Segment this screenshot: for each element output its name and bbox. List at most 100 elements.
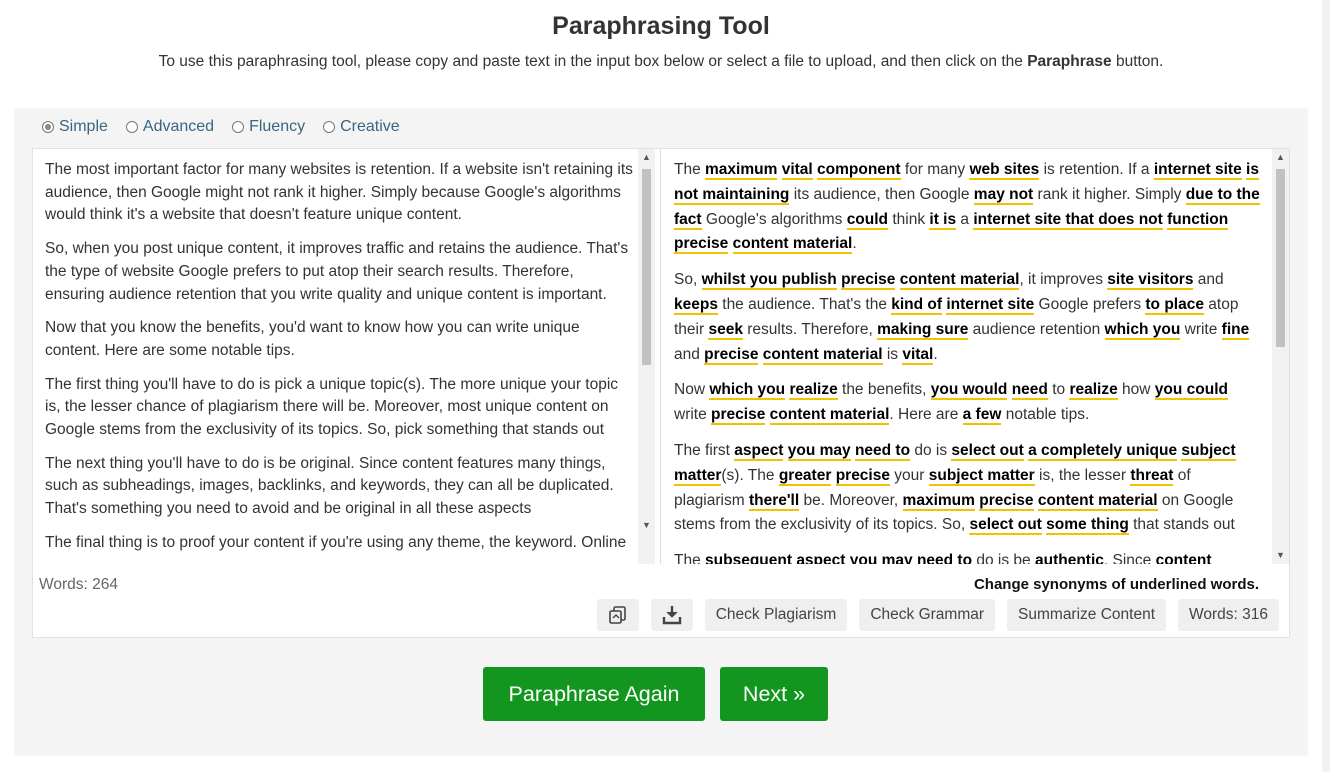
synonym-word[interactable]: making sure bbox=[877, 320, 969, 340]
synonym-word[interactable]: precise bbox=[835, 466, 890, 486]
synonym-word[interactable]: a completely unique bbox=[1028, 441, 1178, 461]
synonym-word[interactable]: maximum bbox=[902, 491, 975, 511]
mode-advanced[interactable]: Advanced bbox=[125, 118, 214, 136]
scroll-up-arrow-icon[interactable]: ▲ bbox=[638, 149, 655, 166]
synonym-word[interactable]: you would bbox=[930, 381, 1008, 401]
synonym-word[interactable]: there'll bbox=[748, 491, 800, 511]
mode-simple[interactable]: Simple bbox=[42, 118, 108, 136]
synonym-word[interactable]: content material bbox=[899, 271, 1020, 291]
output-text-segment: think bbox=[888, 210, 930, 228]
check-grammar-button[interactable]: Check Grammar bbox=[859, 599, 996, 631]
synonym-word[interactable]: function bbox=[1167, 210, 1229, 230]
output-text-segment: and bbox=[1193, 271, 1224, 289]
summarize-content-button[interactable]: Summarize Content bbox=[1007, 599, 1167, 631]
input-textarea[interactable]: The most important factor for many websi… bbox=[33, 149, 661, 564]
synonym-word[interactable]: precise bbox=[711, 406, 766, 426]
mode-fluency[interactable]: Fluency bbox=[232, 118, 305, 136]
mode-creative[interactable]: Creative bbox=[323, 118, 400, 136]
synonym-word[interactable]: internet site that does not bbox=[973, 210, 1163, 230]
output-scrollbar[interactable]: ▲ ▼ bbox=[1272, 149, 1289, 564]
synonym-word[interactable]: keeps bbox=[674, 295, 718, 315]
synonym-word[interactable]: which you bbox=[1104, 320, 1181, 340]
input-scroll-thumb[interactable] bbox=[642, 169, 651, 365]
output-text-segment: is retention. If a bbox=[1039, 161, 1154, 178]
download-button[interactable] bbox=[650, 599, 693, 631]
scroll-down-arrow-icon[interactable]: ▼ bbox=[1272, 547, 1289, 564]
synonym-word[interactable]: may not bbox=[973, 185, 1034, 205]
mode-simple-radio[interactable] bbox=[42, 121, 54, 133]
synonym-word[interactable]: realize bbox=[1069, 381, 1118, 401]
synonym-word[interactable]: need to bbox=[916, 552, 973, 564]
output-toolbar: Check Plagiarism Check Grammar Summarize… bbox=[596, 599, 1279, 631]
synonym-word[interactable]: precise bbox=[979, 491, 1034, 511]
synonym-word[interactable]: internet site bbox=[946, 295, 1035, 315]
paraphrase-panel: Simple Advanced Fluency Creative The mos… bbox=[14, 108, 1308, 756]
synonym-word[interactable]: precise bbox=[704, 345, 759, 365]
synonym-word[interactable]: greater bbox=[778, 466, 832, 486]
output-text-segment: how bbox=[1117, 381, 1155, 399]
synonym-word[interactable]: content material bbox=[769, 406, 890, 426]
synonym-word[interactable]: content material bbox=[732, 235, 853, 255]
synonym-word[interactable]: whilst you publish bbox=[701, 271, 837, 291]
synonym-word[interactable]: seek bbox=[708, 320, 743, 340]
mode-advanced-radio[interactable] bbox=[125, 121, 138, 133]
synonym-word[interactable]: internet site bbox=[1153, 161, 1242, 180]
output-text-segment: and bbox=[674, 345, 705, 363]
check-plagiarism-button[interactable]: Check Plagiarism bbox=[704, 599, 848, 631]
output-text-segment: audience retention bbox=[968, 320, 1105, 338]
synonym-word[interactable]: precise bbox=[841, 271, 896, 291]
synonym-word[interactable]: precise bbox=[674, 235, 729, 255]
synonym-word[interactable]: a few bbox=[962, 406, 1002, 426]
input-scrollbar[interactable]: ▲ ▼ bbox=[638, 149, 655, 564]
input-paragraph: So, when you post unique content, it imp… bbox=[45, 240, 629, 303]
synonym-word[interactable]: some thing bbox=[1046, 516, 1129, 536]
synonym-word[interactable]: which you bbox=[709, 381, 786, 401]
change-synonyms-hint: Change synonyms of underlined words. bbox=[973, 576, 1259, 593]
output-paragraph: The maximum vital component for many web… bbox=[674, 158, 1260, 257]
synonym-word[interactable]: vital bbox=[781, 161, 813, 180]
instructions-post: button. bbox=[1111, 53, 1164, 70]
next-button[interactable]: Next » bbox=[720, 667, 828, 721]
scroll-down-arrow-icon[interactable]: ▼ bbox=[638, 517, 655, 534]
mode-creative-radio[interactable] bbox=[323, 121, 336, 133]
synonym-word[interactable]: maximum bbox=[705, 161, 778, 180]
synonym-word[interactable]: threat bbox=[1130, 466, 1174, 486]
synonym-word[interactable]: fine bbox=[1221, 320, 1250, 340]
synonym-word[interactable]: you may bbox=[849, 552, 913, 564]
synonym-word[interactable]: vital bbox=[902, 345, 934, 365]
synonym-word[interactable]: it is bbox=[929, 210, 957, 230]
synonym-word[interactable]: you may bbox=[787, 441, 851, 461]
synonym-word[interactable]: component bbox=[817, 161, 901, 180]
synonym-word[interactable]: need bbox=[1011, 381, 1048, 401]
output-text-segment bbox=[728, 235, 732, 252]
synonym-word[interactable]: you could bbox=[1154, 381, 1228, 401]
synonym-word[interactable]: web sites bbox=[969, 161, 1040, 180]
output-text-segment: Google's algorithms bbox=[701, 210, 847, 228]
synonym-word[interactable]: authentic bbox=[1034, 552, 1104, 564]
synonym-word[interactable]: need to bbox=[854, 441, 911, 461]
mode-fluency-radio[interactable] bbox=[232, 121, 245, 133]
synonym-word[interactable]: realize bbox=[789, 381, 838, 401]
scroll-up-arrow-icon[interactable]: ▲ bbox=[1272, 149, 1289, 166]
input-text[interactable]: The most important factor for many websi… bbox=[45, 159, 635, 564]
synonym-word[interactable]: content material bbox=[762, 345, 883, 365]
synonym-word[interactable]: aspect bbox=[734, 441, 784, 461]
synonym-word[interactable]: to place bbox=[1145, 295, 1204, 315]
output-text-segment: rank it higher. Simply bbox=[1033, 185, 1186, 203]
synonym-word[interactable]: kind of bbox=[891, 295, 943, 315]
synonym-word[interactable]: subsequent bbox=[705, 552, 792, 564]
synonym-word[interactable]: select out bbox=[969, 516, 1042, 536]
paraphrase-again-button[interactable]: Paraphrase Again bbox=[483, 667, 705, 721]
copy-button[interactable] bbox=[596, 599, 639, 631]
output-scroll-thumb[interactable] bbox=[1276, 169, 1285, 347]
synonym-word[interactable]: site visitors bbox=[1107, 271, 1194, 291]
page-scrollbar[interactable] bbox=[1322, 0, 1330, 772]
output-text: The maximum vital component for many web… bbox=[674, 158, 1260, 564]
output-text-segment: is bbox=[882, 345, 903, 363]
synonym-word[interactable]: subject matter bbox=[928, 466, 1035, 486]
download-icon bbox=[662, 606, 681, 625]
synonym-word[interactable]: select out bbox=[951, 441, 1024, 461]
synonym-word[interactable]: could bbox=[846, 210, 889, 230]
synonym-word[interactable]: content material bbox=[1037, 491, 1158, 511]
synonym-word[interactable]: aspect bbox=[796, 552, 846, 564]
